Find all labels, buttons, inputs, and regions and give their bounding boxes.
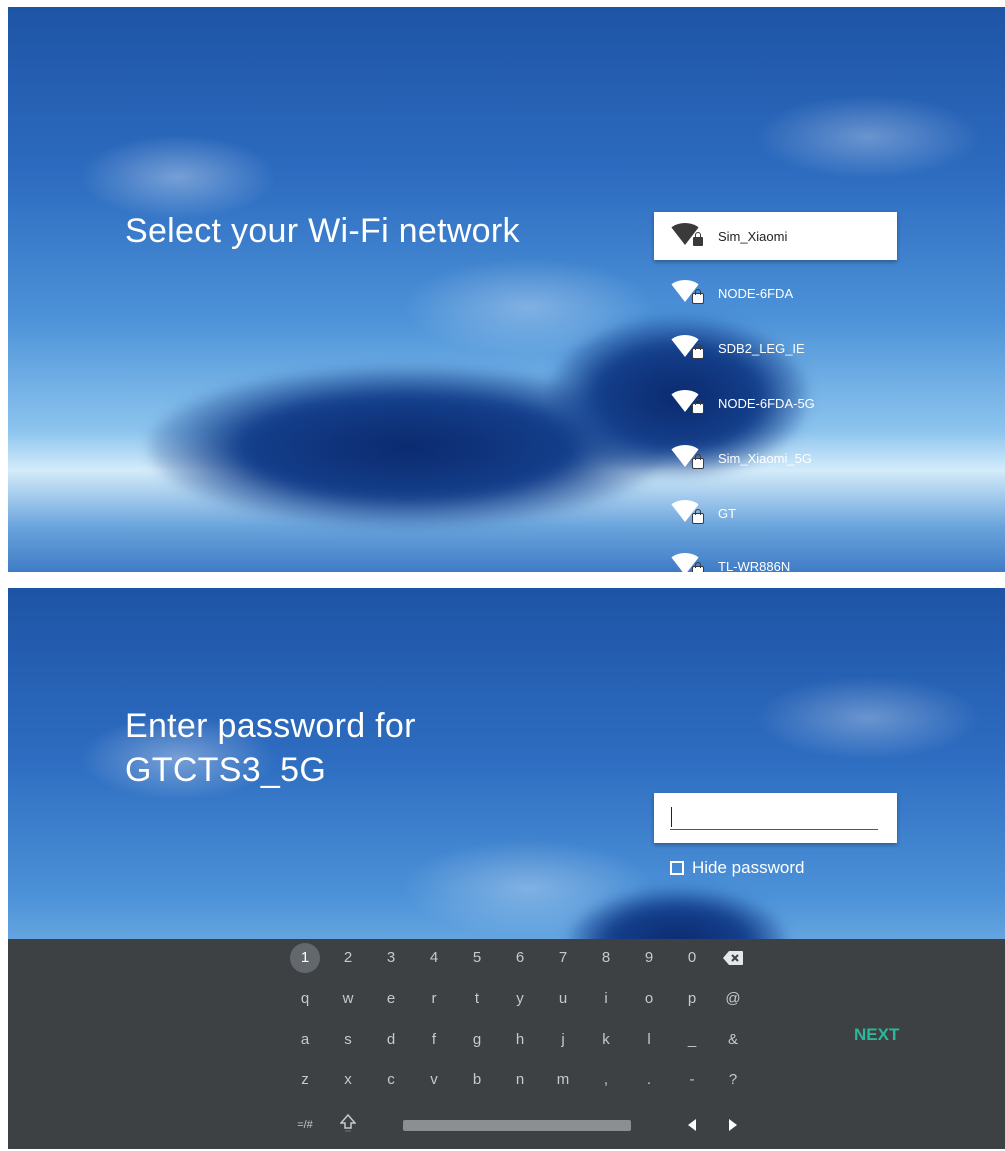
- key-c[interactable]: c: [376, 1065, 406, 1095]
- key-u[interactable]: u: [548, 984, 578, 1014]
- password-input[interactable]: [670, 805, 878, 830]
- key-y[interactable]: y: [505, 984, 535, 1014]
- network-name: GT: [718, 505, 737, 521]
- page-title: Select your Wi-Fi network: [125, 212, 520, 250]
- key-hyphen[interactable]: -: [677, 1065, 707, 1095]
- wifi-locked-icon: [668, 280, 704, 306]
- key-d[interactable]: d: [376, 1025, 406, 1055]
- key-8[interactable]: 8: [591, 943, 621, 973]
- key-4[interactable]: 4: [419, 943, 449, 973]
- wifi-locked-icon: [668, 335, 704, 361]
- arrow-right-icon[interactable]: [718, 1110, 748, 1140]
- key-a[interactable]: a: [290, 1025, 320, 1055]
- key-f[interactable]: f: [419, 1025, 449, 1055]
- key-underscore[interactable]: _: [677, 1025, 707, 1055]
- wifi-locked-icon: [668, 445, 704, 471]
- key-m[interactable]: m: [548, 1065, 578, 1095]
- key-5[interactable]: 5: [462, 943, 492, 973]
- key-i[interactable]: i: [591, 984, 621, 1014]
- network-item-sim-xiaomi[interactable]: Sim_Xiaomi: [654, 212, 897, 260]
- network-item-gt[interactable]: GT: [654, 489, 897, 537]
- key-3[interactable]: 3: [376, 943, 406, 973]
- key-7[interactable]: 7: [548, 943, 578, 973]
- key-2[interactable]: 2: [333, 943, 363, 973]
- key-1[interactable]: 1: [290, 943, 320, 973]
- key-n[interactable]: n: [505, 1065, 535, 1095]
- hide-password-toggle[interactable]: Hide password: [670, 858, 804, 878]
- network-item-node-6fda-5g[interactable]: NODE-6FDA-5G: [654, 379, 897, 427]
- network-name: Sim_Xiaomi_5G: [718, 450, 812, 466]
- key-w[interactable]: w: [333, 984, 363, 1014]
- onscreen-keyboard: 1 2 3 4 5 6 7 8 9 0 q w e r t y u i o p …: [8, 939, 1005, 1149]
- wifi-select-screen: Select your Wi-Fi network Sim_Xiaomi NOD…: [8, 7, 1005, 572]
- network-name: NODE-6FDA-5G: [718, 395, 815, 411]
- network-name: TL-WR886N: [718, 558, 791, 573]
- checkbox-unchecked-icon[interactable]: [670, 861, 684, 875]
- key-v[interactable]: v: [419, 1065, 449, 1095]
- key-s[interactable]: s: [333, 1025, 363, 1055]
- network-item-node-6fda[interactable]: NODE-6FDA: [654, 269, 897, 317]
- network-name: Sim_Xiaomi: [718, 228, 788, 244]
- key-6[interactable]: 6: [505, 943, 535, 973]
- key-o[interactable]: o: [634, 984, 664, 1014]
- key-h[interactable]: h: [505, 1025, 535, 1055]
- key-j[interactable]: j: [548, 1025, 578, 1055]
- text-caret: [671, 807, 672, 827]
- wifi-locked-icon: [668, 553, 704, 572]
- network-name-title: GTCTS3_5G: [125, 751, 327, 789]
- key-q[interactable]: q: [290, 984, 320, 1014]
- hide-password-label: Hide password: [692, 858, 805, 877]
- password-field-container: [654, 793, 897, 843]
- network-name: NODE-6FDA: [718, 285, 794, 301]
- key-l[interactable]: l: [634, 1025, 664, 1055]
- key-at[interactable]: @: [718, 984, 748, 1014]
- key-question[interactable]: ?: [718, 1065, 748, 1095]
- password-entry-screen: Enter password for GTCTS3_5G Hide passwo…: [8, 588, 1005, 1149]
- key-e[interactable]: e: [376, 984, 406, 1014]
- page-title-line1: Enter password for: [125, 707, 416, 745]
- key-r[interactable]: r: [419, 984, 449, 1014]
- wifi-locked-icon: [668, 390, 704, 416]
- key-x[interactable]: x: [333, 1065, 363, 1095]
- symbols-key[interactable]: =/#: [290, 1110, 320, 1140]
- key-g[interactable]: g: [462, 1025, 492, 1055]
- key-k[interactable]: k: [591, 1025, 621, 1055]
- arrow-left-icon[interactable]: [677, 1110, 707, 1140]
- space-bar[interactable]: [403, 1120, 631, 1131]
- page-title: Enter password for GTCTS3_5G: [125, 704, 416, 792]
- shift-icon[interactable]: [333, 1108, 363, 1138]
- key-ampersand[interactable]: &: [718, 1025, 748, 1055]
- key-0[interactable]: 0: [677, 943, 707, 973]
- network-item-sim-xiaomi-5g[interactable]: Sim_Xiaomi_5G: [654, 434, 897, 482]
- key-b[interactable]: b: [462, 1065, 492, 1095]
- key-period[interactable]: .: [634, 1065, 664, 1095]
- key-t[interactable]: t: [462, 984, 492, 1014]
- key-p[interactable]: p: [677, 984, 707, 1014]
- next-button[interactable]: NEXT: [854, 1025, 899, 1045]
- key-comma[interactable]: ,: [591, 1065, 621, 1095]
- network-name: SDB2_LEG_IE: [718, 340, 805, 356]
- wifi-locked-icon: [668, 223, 704, 249]
- key-9[interactable]: 9: [634, 943, 664, 973]
- network-item-tl-wr886n[interactable]: TL-WR886N: [654, 542, 897, 572]
- backspace-icon[interactable]: [718, 943, 748, 973]
- wifi-locked-icon: [668, 500, 704, 526]
- network-item-sdb2-leg-ie[interactable]: SDB2_LEG_IE: [654, 324, 897, 372]
- key-z[interactable]: z: [290, 1065, 320, 1095]
